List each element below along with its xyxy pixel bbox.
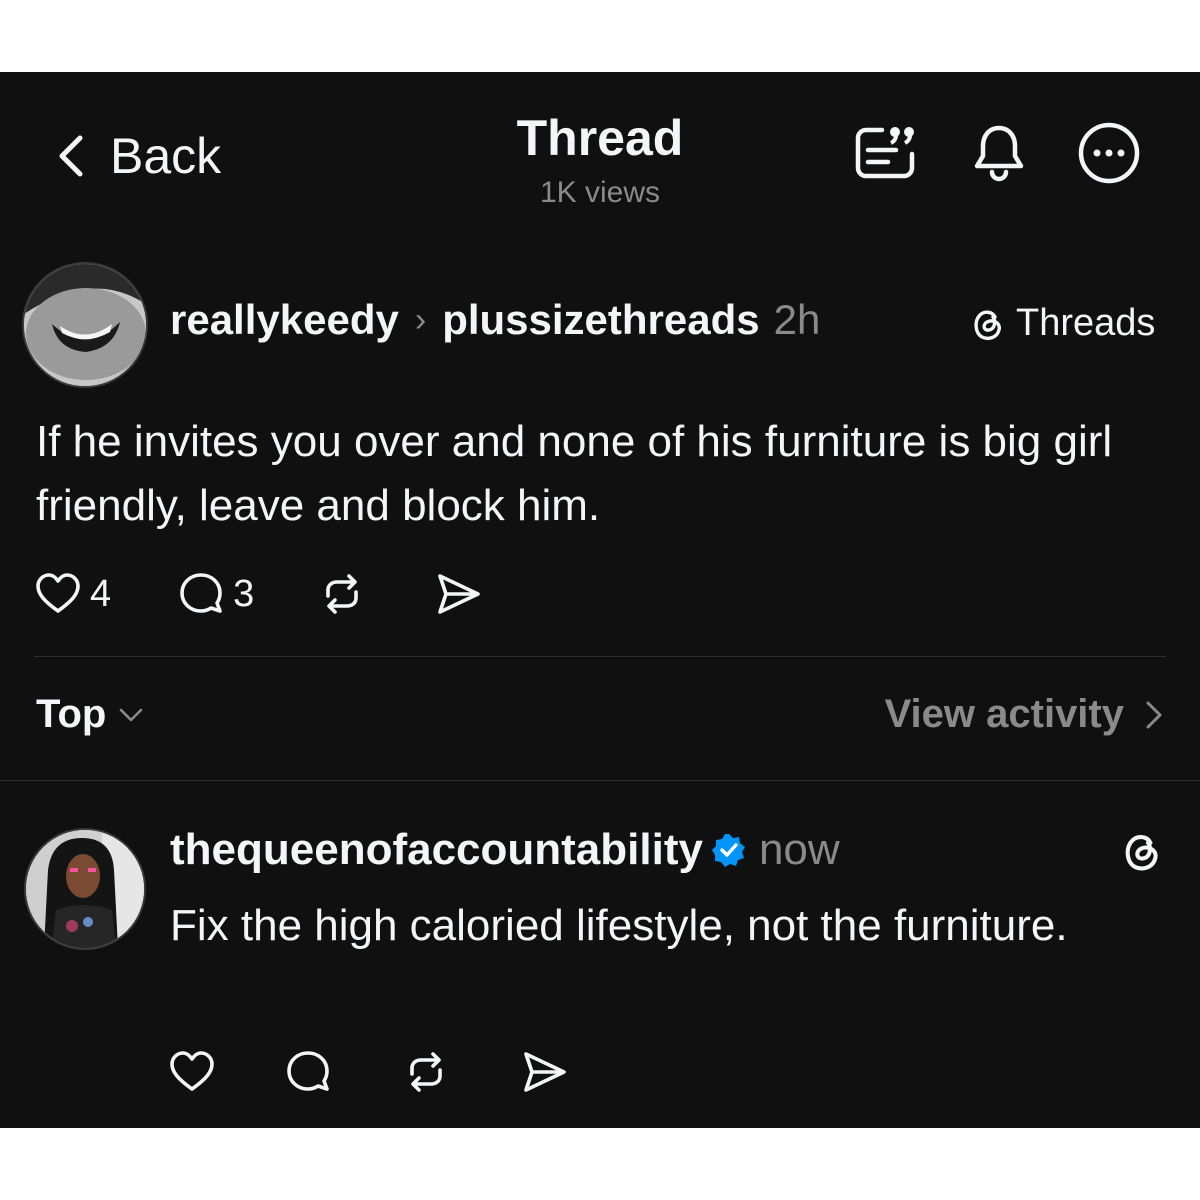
heart-icon [170,1051,214,1091]
post-author-avatar[interactable] [22,262,148,388]
reply-meta: thequeenofaccountability now [170,822,840,878]
verified-badge-icon [711,834,745,867]
post-meta: reallykeedy › plussizethreads 2h [170,294,820,346]
page-title: Thread [516,110,684,166]
post-text: If he invites you over and none of his f… [36,417,1113,530]
chevron-right-icon: › [414,300,427,339]
share-button[interactable] [434,570,482,618]
avatar-image [24,264,146,386]
community-name[interactable]: plussizethreads [442,296,759,344]
divider [34,656,1166,657]
bell-icon [974,125,1024,182]
chevron-right-icon [1146,701,1162,728]
divider [0,780,1200,781]
notifications-button[interactable] [966,120,1032,186]
comment-icon [180,573,222,613]
quote-post-button[interactable] [852,120,918,186]
post-actions: 4 3 [34,570,482,618]
more-icon [1078,122,1140,184]
send-icon [438,574,481,614]
heart-icon [36,573,80,613]
reply-author-name[interactable]: thequeenofaccountability [170,825,703,875]
threads-source-tag: Threads [968,298,1155,348]
comment-icon [287,1051,329,1091]
thread-screen: Back Thread 1K views reallykeedy › pluss… [0,72,1200,1128]
repost-button[interactable] [402,1048,450,1096]
like-count: 4 [90,572,112,615]
like-button[interactable] [168,1048,216,1096]
back-button[interactable]: Back [52,126,221,186]
reply-count: 3 [233,572,255,615]
repost-icon [326,574,359,614]
sort-label: Top [36,692,107,736]
send-icon [524,1052,566,1092]
reply-actions [168,1048,568,1096]
view-count: 1K views [539,176,661,209]
share-button[interactable] [520,1048,568,1096]
sort-dropdown[interactable]: Top [36,692,146,737]
view-activity-link[interactable]: View activity [885,692,1170,737]
chevron-left-icon [59,135,83,177]
repost-button[interactable] [318,570,366,618]
header-title-block: Thread 1K views [450,110,750,210]
threads-logo-icon [1125,835,1158,871]
post-time: 2h [773,296,821,343]
reply-button[interactable] [284,1048,332,1096]
view-activity-label: View activity [884,692,1124,736]
threads-source-label: Threads [1016,301,1156,344]
avatar-image [26,830,144,948]
more-button[interactable] [1076,120,1142,186]
like-button[interactable]: 4 [34,570,111,618]
repost-icon [410,1052,442,1092]
reply-button[interactable]: 3 [177,570,254,618]
reply-time: now [758,825,840,874]
threads-logo-icon [974,310,1001,340]
chevron-down-icon [120,708,143,721]
quote-post-icon [855,127,915,179]
reply-author-avatar[interactable] [24,828,146,950]
reply-text: Fix the high caloried lifestyle, not the… [170,901,1068,950]
back-label: Back [110,128,222,184]
post-author-name[interactable]: reallykeedy [170,296,399,344]
